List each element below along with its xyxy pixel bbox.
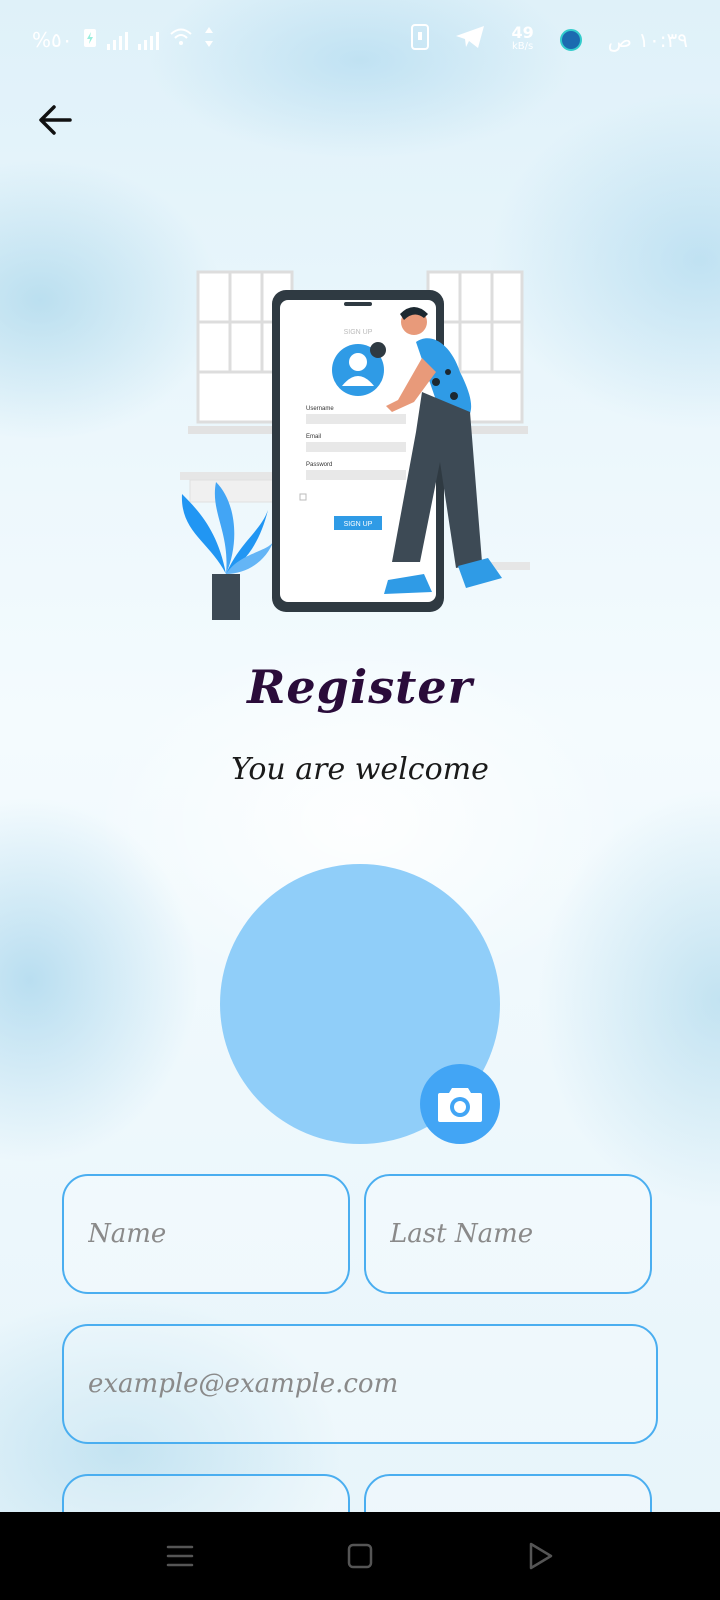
illus-username-label: Username xyxy=(306,406,334,412)
illus-screen-title: SIGN UP xyxy=(344,329,373,336)
register-illustration: SIGN UP Username Email Password SIGN UP xyxy=(170,262,540,622)
menu-button[interactable] xyxy=(162,1538,198,1574)
network-speed: 49 kB/s xyxy=(511,22,534,54)
illus-email-label: Email xyxy=(306,434,321,440)
phone-icon xyxy=(411,24,430,55)
signal-icon-2 xyxy=(137,30,159,50)
status-left: %٥٠ xyxy=(32,26,215,53)
speed-unit: kB/s xyxy=(511,40,534,52)
status-bar: %٥٠ 49 kB/s ١٠:٣٩ ص xyxy=(0,0,720,80)
page-title: Register xyxy=(247,660,473,714)
status-right: 49 kB/s ١٠:٣٩ ص xyxy=(411,24,688,55)
last-name-field[interactable] xyxy=(364,1174,652,1294)
system-nav-bar xyxy=(0,1512,720,1600)
email-input[interactable] xyxy=(86,1368,656,1400)
home-square-icon xyxy=(347,1543,373,1569)
nav-back-button[interactable] xyxy=(522,1538,558,1574)
app-notification-icon xyxy=(559,28,582,51)
wifi-icon xyxy=(169,27,193,52)
charging-icon xyxy=(83,26,97,53)
menu-icon xyxy=(166,1545,194,1567)
signal-icon xyxy=(106,30,128,50)
home-button[interactable] xyxy=(342,1538,378,1574)
name-input[interactable] xyxy=(86,1218,348,1250)
camera-button[interactable] xyxy=(420,1064,500,1144)
battery-text: %٥٠ xyxy=(32,27,73,52)
email-field[interactable] xyxy=(62,1324,658,1444)
illus-signup-button: SIGN UP xyxy=(344,521,373,528)
illus-password-label: Password xyxy=(306,462,332,468)
name-field[interactable] xyxy=(62,1174,350,1294)
telegram-icon xyxy=(455,25,485,54)
camera-icon xyxy=(438,1088,482,1122)
back-button[interactable] xyxy=(34,98,78,142)
speed-value: 49 xyxy=(511,22,534,42)
clock: ١٠:٣٩ ص xyxy=(607,27,688,52)
page-subtitle: You are welcome xyxy=(231,752,489,787)
arrow-left-icon xyxy=(39,105,72,135)
back-triangle-icon xyxy=(529,1542,553,1570)
last-name-input[interactable] xyxy=(388,1218,650,1250)
data-arrows-icon xyxy=(203,26,215,53)
